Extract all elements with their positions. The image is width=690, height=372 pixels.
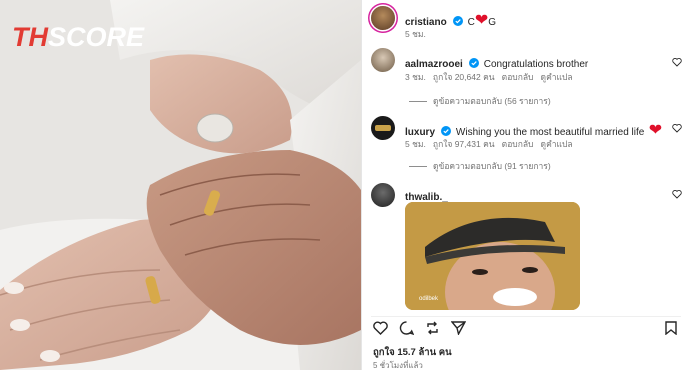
heart-emoji-icon: ❤ [474, 12, 489, 29]
panel-divider [361, 0, 362, 370]
like-comment-heart-icon[interactable] [672, 57, 682, 67]
bookmark-icon[interactable] [665, 321, 677, 335]
post-time-ago: 5 ชั่วโมงที่แล้ว [373, 361, 423, 370]
luxury-logo-icon [375, 125, 391, 131]
like-comment-heart-icon[interactable] [672, 189, 682, 199]
comments-panel: cristiano C❤G 5 ชม. aalmazrooei Congratu… [361, 0, 690, 370]
comment-text: Congratulations brother [483, 59, 589, 70]
post-likes-count[interactable]: ถูกใจ 15.7 ล้าน คน [373, 345, 452, 360]
like-comment-heart-icon[interactable] [672, 123, 682, 133]
verified-icon [469, 58, 480, 68]
comment-gif[interactable]: odilbek [405, 202, 580, 310]
caption-text-start: C [467, 17, 475, 28]
comment-icon[interactable] [399, 321, 414, 335]
post-action-bar [371, 316, 681, 337]
reply-button[interactable]: ตอบกลับ [502, 139, 534, 149]
translate-button[interactable]: ดูคำแปล [541, 139, 573, 149]
reply-button[interactable]: ตอบกลับ [502, 72, 534, 82]
thscore-logo: THSCORE [12, 22, 145, 52]
gif-watermark: odilbek [419, 296, 439, 302]
gif-image [405, 202, 580, 310]
view-replies-button[interactable]: ดูข้อความตอบกลับ (91 รายการ) [409, 159, 551, 173]
verified-icon [441, 126, 452, 136]
comment-username[interactable]: aalmazrooei [405, 59, 463, 70]
comment-meta: 5 ชม. ถูกใจ 97,431 คน ตอบกลับ ดูคำแปล [405, 137, 573, 151]
view-replies-button[interactable]: ดูข้อความตอบกลับ (56 รายการ) [409, 94, 551, 108]
comment-avatar-thwalib[interactable] [371, 183, 395, 207]
post-photo: THSCORE [0, 0, 361, 370]
author-avatar[interactable] [371, 6, 395, 30]
comment-time: 5 ชม. [405, 139, 426, 149]
verified-icon [453, 16, 464, 26]
comment-avatar-luxury[interactable] [371, 116, 395, 140]
share-send-icon[interactable] [451, 321, 466, 335]
post-time: 5 ชม. [405, 29, 426, 39]
replies-line [409, 166, 427, 168]
comment-meta: 3 ชม. ถูกใจ 20,642 คน ตอบกลับ ดูคำแปล [405, 70, 573, 84]
comment-likes[interactable]: ถูกใจ 97,431 คน [433, 139, 495, 149]
comment-avatar-aalmazrooei[interactable] [371, 48, 395, 72]
repost-icon[interactable] [425, 321, 440, 335]
heart-emoji-icon: ❤ [648, 122, 663, 139]
view-replies-text: ดูข้อความตอบกลับ (91 รายการ) [433, 161, 551, 171]
replies-line [409, 101, 427, 103]
comment-likes[interactable]: ถูกใจ 20,642 คน [433, 72, 495, 82]
comment-time: 3 ชม. [405, 72, 426, 82]
view-replies-text: ดูข้อความตอบกลับ (56 รายการ) [433, 96, 551, 106]
like-heart-icon[interactable] [373, 321, 388, 335]
hands-photo-illustration [0, 0, 361, 370]
translate-button[interactable]: ดูคำแปล [541, 72, 573, 82]
caption-text-end: G [488, 17, 497, 28]
